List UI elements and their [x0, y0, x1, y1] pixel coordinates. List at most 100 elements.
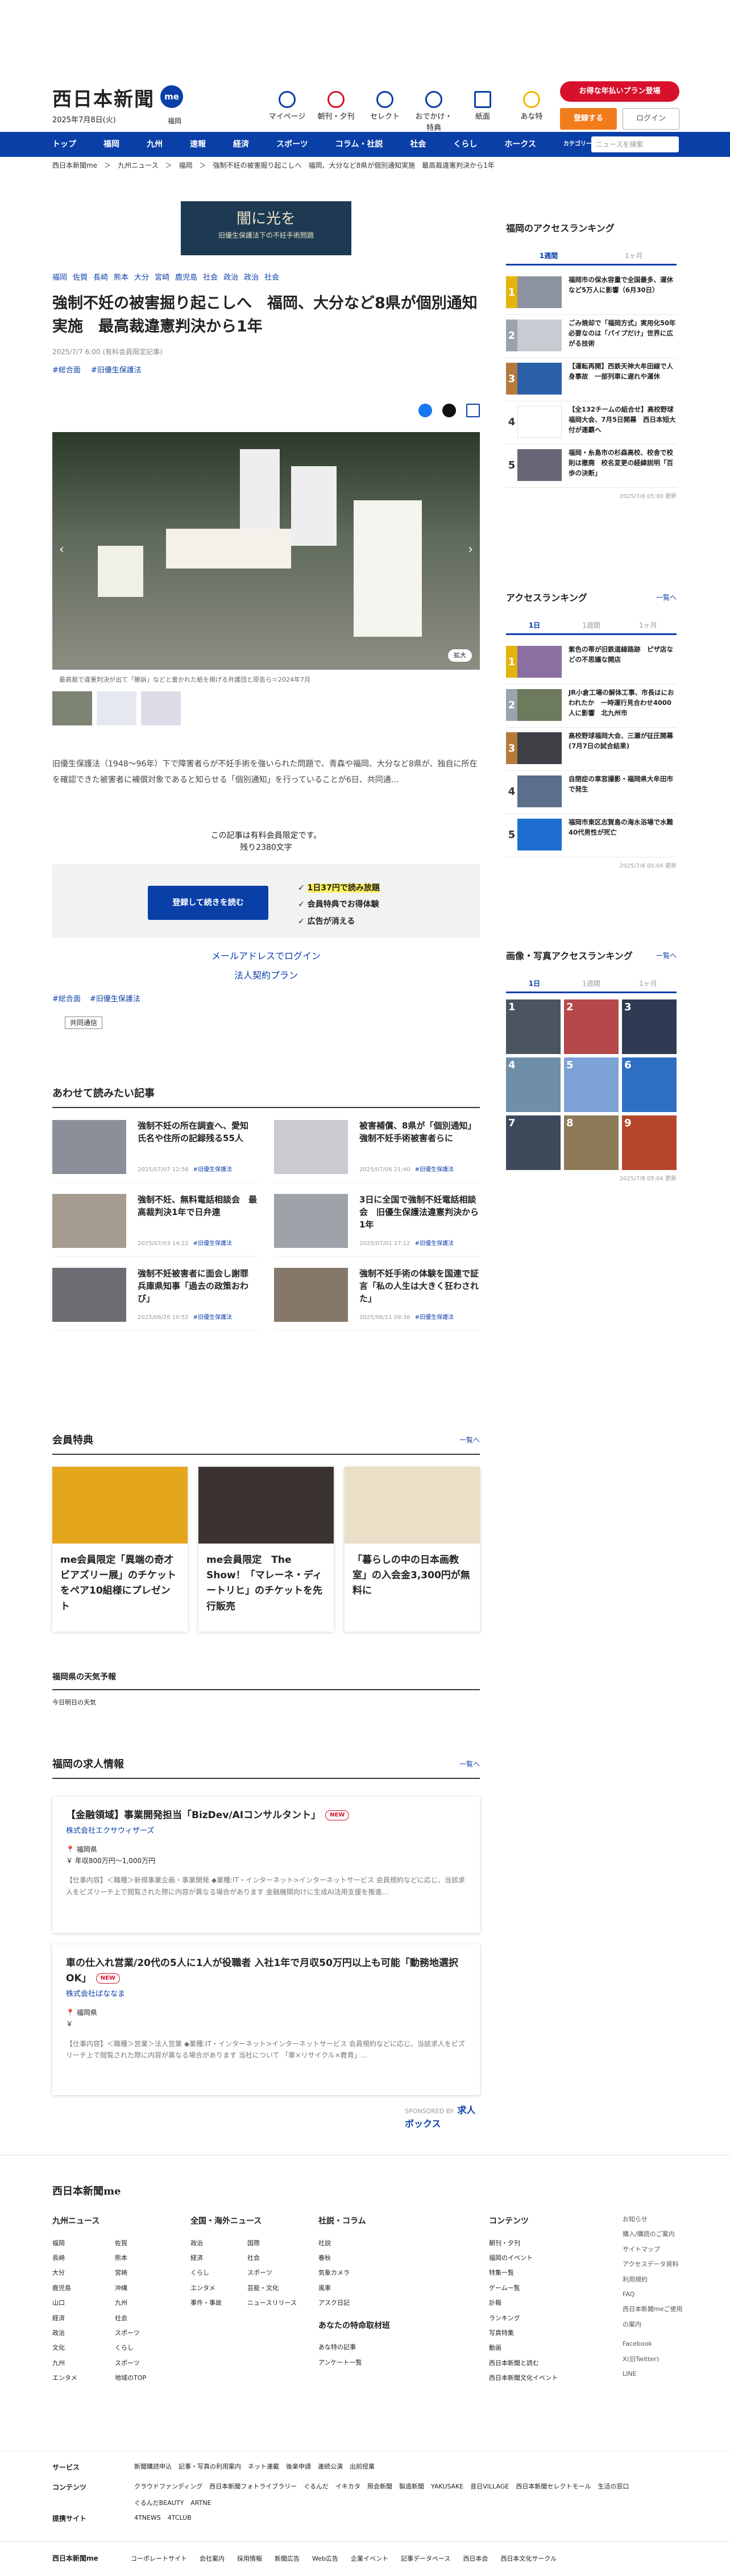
ranking-item[interactable]: 1 紫色の帯が旧鉄道線路跡 ピザ店などの不思議な開店 [506, 641, 677, 685]
footer-link[interactable]: 山口 [52, 2296, 115, 2310]
mypage-button[interactable]: マイページ [267, 91, 307, 134]
social-link[interactable]: Facebook [623, 2337, 685, 2351]
ranking-item[interactable]: 2 JR小倉工場の解体工事、市長はにおわれたか 一時運行見合わせ4000人に影響 … [506, 685, 677, 728]
footer-link[interactable]: 国際 [247, 2236, 304, 2251]
footer-link[interactable]: 春秋 [318, 2251, 432, 2266]
footer-link[interactable]: 西日本新聞文化イベント [489, 2371, 591, 2386]
footer-link[interactable]: 西日本新聞フォトライブラリー [209, 2482, 297, 2492]
photo-more-link[interactable]: 一覧へ [656, 951, 677, 961]
tab-week[interactable]: 1週間 [506, 248, 591, 264]
footer-link[interactable]: 気象カメラ [318, 2266, 432, 2280]
footer-link[interactable]: くらし [190, 2266, 247, 2280]
footer-link[interactable]: エンタメ [52, 2371, 115, 2386]
social-link[interactable]: X(旧Twitter) [623, 2352, 685, 2367]
footer-link[interactable]: ランキング [489, 2311, 591, 2326]
mail-login-link[interactable]: メールアドレスでログイン [52, 947, 480, 966]
footer-link[interactable]: 新聞購読申込 [134, 2462, 172, 2473]
perks-more-link[interactable]: 一覧へ [459, 1435, 480, 1445]
job-card[interactable]: 車の仕入れ営業/20代の5人に1人が役職者 入社1年で月収50万円以上も可能「動… [52, 1944, 480, 2095]
footer-link[interactable]: ARTNE [190, 2499, 211, 2508]
nav-item[interactable]: くらし [439, 132, 491, 157]
ranking-item[interactable]: 4 【全132チームの組合せ】高校野球福岡大会、7月5日開幕 西日本短大付が連覇へ [506, 401, 677, 445]
feature-banner[interactable]: 闇に光を 旧優生保護法下の不妊手術問題 [181, 201, 351, 255]
ranking-item[interactable]: 1 福岡市の保水容量で全国最多、運休など5万人に影響（6月30日） [506, 272, 677, 315]
footer-link[interactable]: ニュースリリース [247, 2296, 304, 2310]
perk-card[interactable]: me会員限定 The Show！「マレーネ・ディートリヒ」のチケットを先行販売 [198, 1467, 334, 1632]
footer-link[interactable]: 熊本 [115, 2251, 177, 2266]
photo-thumb[interactable]: 2 [564, 999, 619, 1054]
footer-link[interactable]: 事件・事故 [190, 2296, 247, 2310]
footer-link[interactable]: 会社案内 [200, 2554, 225, 2564]
footer-link[interactable]: 4TNEWS [134, 2513, 161, 2524]
footer-link[interactable]: 経済 [52, 2311, 115, 2326]
footer-link[interactable]: 風車 [318, 2281, 432, 2296]
footer-link[interactable]: 大分 [52, 2266, 115, 2280]
nav-item[interactable]: ホークス [491, 132, 550, 157]
category-link[interactable]: 社会 [264, 272, 279, 284]
photo-thumb[interactable]: 7 [506, 1115, 561, 1170]
photo-thumb[interactable]: 3 [622, 999, 677, 1054]
footer-link[interactable]: スポーツ [247, 2266, 304, 2280]
thumbnail[interactable] [52, 691, 92, 725]
footer-link[interactable]: 西日本新聞セレクトモール [516, 2482, 591, 2492]
footer-link[interactable]: 沖縄 [115, 2281, 177, 2296]
category-link[interactable]: 長崎 [93, 272, 108, 284]
nav-item[interactable]: スポーツ [263, 132, 322, 157]
footer-link[interactable]: 出前授業 [350, 2462, 375, 2473]
footer-link[interactable]: くらし [115, 2341, 177, 2355]
footer-link[interactable]: 記事・写真の利用案内 [179, 2462, 241, 2473]
category-link[interactable]: 福岡 [52, 272, 67, 284]
footer-link[interactable]: 照会新聞 [367, 2482, 392, 2492]
article-photo[interactable]: ‹ › 拡大 [52, 432, 480, 670]
footer-link[interactable]: Web広告 [312, 2554, 338, 2564]
tag-link[interactable]: #総合面 [52, 994, 81, 1005]
ranking-item[interactable]: 5 福岡市東区志賀島の海水浴場で水難 40代男性が死亡 [506, 814, 680, 857]
category-link[interactable]: 熊本 [114, 272, 128, 284]
paper-button[interactable]: 朝刊・夕刊 [316, 91, 356, 134]
footer-link[interactable]: スポーツ [115, 2356, 177, 2371]
footer-link[interactable]: 政治 [190, 2236, 247, 2251]
footer-link[interactable]: クラウドファンディング [134, 2482, 202, 2492]
subscribe-button[interactable]: 登録して続きを読む [148, 886, 268, 920]
footer-link[interactable]: 企業イベント [351, 2554, 388, 2564]
category-link[interactable]: 宮崎 [155, 272, 169, 284]
ranking-item[interactable]: 2 ごみ焼却で「福岡方式」実用化50年 必要なのは「パイプだけ」世界に広がる技術 [506, 315, 682, 358]
related-item[interactable]: 強制不妊手術の体験を国連で証言「私の人生は大きく狂わされた」 2025/06/11… [274, 1268, 480, 1330]
footer-link[interactable]: 西日本会 [463, 2554, 488, 2564]
footer-link[interactable]: 朝刊・夕刊 [489, 2236, 591, 2251]
footer-link[interactable]: 経済 [190, 2251, 247, 2266]
footer-link[interactable]: イキカタ [335, 2482, 360, 2492]
footer-link[interactable]: 社会 [247, 2251, 304, 2266]
nav-item[interactable]: トップ [52, 132, 90, 157]
nav-item[interactable]: 九州 [133, 132, 176, 157]
zoom-button[interactable]: 拡大 [448, 649, 472, 662]
ranking-item[interactable]: 5 福岡・糸島市の杉森高校、校舎で校則は撤廃 校名変更の経緯説明「百歩の決断」 [506, 445, 677, 488]
prev-arrow-icon[interactable]: ‹ [59, 540, 64, 559]
social-link[interactable]: LINE [623, 2367, 685, 2382]
corp-plan-link[interactable]: 法人契約プラン [52, 966, 480, 985]
footer-link[interactable]: 福岡 [52, 2236, 115, 2251]
search-input[interactable]: ニュースを検索 [591, 136, 679, 152]
category-link[interactable]: 鹿児島 [175, 272, 197, 284]
tab-day[interactable]: 1日 [506, 617, 563, 633]
nav-item[interactable]: 福岡 [90, 132, 133, 157]
footer-link[interactable]: FAQ [623, 2287, 685, 2302]
nav-item[interactable]: 速報 [176, 132, 219, 157]
nav-item[interactable]: 経済 [219, 132, 263, 157]
footer-link[interactable]: 政治 [52, 2326, 115, 2341]
next-arrow-icon[interactable]: › [468, 540, 473, 559]
register-button[interactable]: 登録する [560, 108, 617, 130]
thumbnail[interactable] [141, 691, 181, 725]
category-link[interactable]: 政治 [244, 272, 259, 284]
footer-link[interactable]: 鹿児島 [52, 2281, 115, 2296]
ranking-item[interactable]: 4 自閉症の車窓撮影・福岡県大牟田市で発生 [506, 771, 677, 814]
site-logo[interactable]: 西日本新聞 [52, 85, 155, 114]
nav-item[interactable]: 社会 [396, 132, 439, 157]
footer-link[interactable]: お知らせ [623, 2212, 685, 2227]
weather-tab[interactable]: 今日明日の天気 [52, 1698, 480, 1708]
footer-link[interactable]: 購入/購読のご案内 [623, 2227, 685, 2242]
tab-month[interactable]: 1ヶ月 [620, 617, 677, 633]
breadcrumb[interactable]: 西日本新聞me ＞ 九州ニュース ＞ 福岡 ＞ 強制不妊の被害掘り起こしへ 福岡… [52, 160, 495, 171]
tag-link[interactable]: #旧優生保護法 [90, 994, 140, 1005]
select-button[interactable]: セレクト [365, 91, 405, 134]
